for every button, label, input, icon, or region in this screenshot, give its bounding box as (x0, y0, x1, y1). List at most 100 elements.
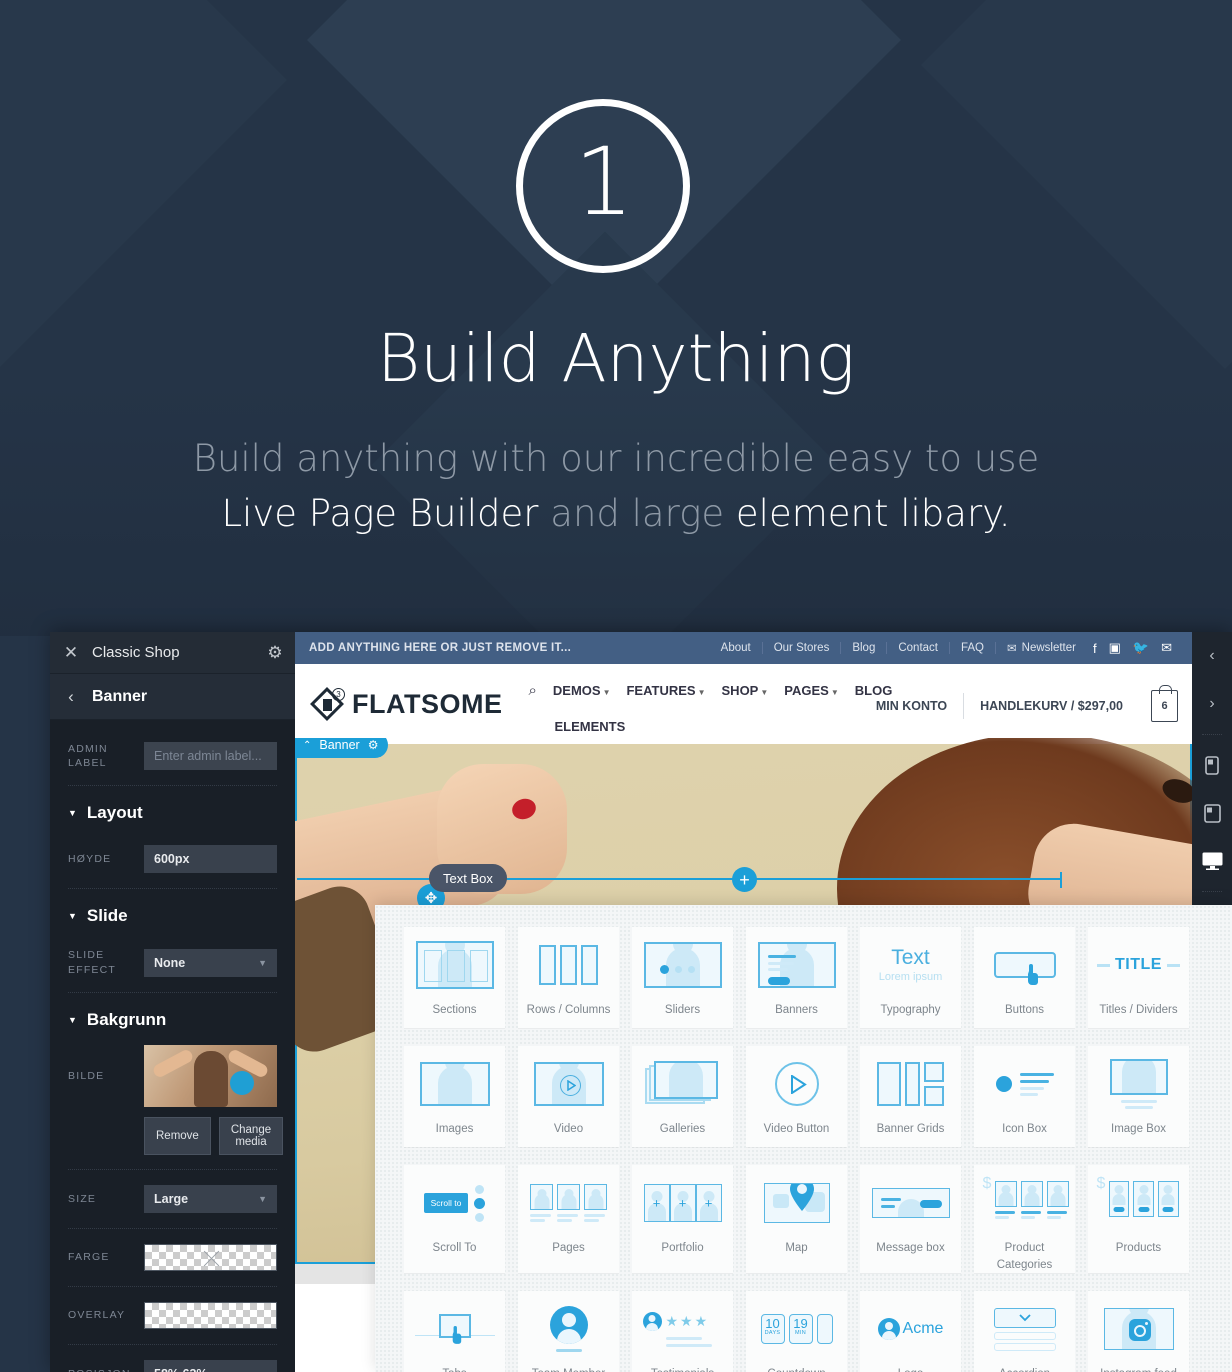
height-row: HØYDE 600px (50, 834, 295, 884)
divider (68, 888, 277, 890)
height-input[interactable]: 600px (144, 845, 277, 874)
library-element-card[interactable]: $ Product Categories (974, 1165, 1075, 1274)
topbar-link-about[interactable]: About (710, 642, 763, 654)
chevron-down-icon: ▼ (697, 688, 706, 697)
library-element-card[interactable]: Pages (518, 1165, 619, 1274)
section-header-layout[interactable]: ▼ Layout (50, 790, 295, 834)
library-element-label: Image Box (1111, 1123, 1166, 1135)
divider (68, 1285, 277, 1287)
library-element-label: Banners (775, 1004, 818, 1016)
admin-label-input[interactable]: Enter admin label... (144, 742, 277, 771)
gear-icon[interactable]: ⚙ (255, 643, 295, 663)
library-element-card[interactable]: Scroll to Scroll To (404, 1165, 505, 1274)
library-element-card[interactable]: Image Box (1088, 1046, 1189, 1147)
topbar-promo-text: ADD ANYTHING HERE OR JUST REMOVE IT... (309, 642, 572, 654)
library-element-card[interactable]: Images (404, 1046, 505, 1147)
library-element-card[interactable]: Banner Grids (860, 1046, 961, 1147)
slide-effect-select[interactable]: None ▼ (144, 948, 277, 977)
thumb-arm-left (151, 1047, 195, 1079)
messagebox-icon (869, 1176, 953, 1230)
library-element-card[interactable]: Acme Logo (860, 1291, 961, 1372)
overlay-swatch[interactable] (144, 1301, 277, 1329)
library-element-card[interactable]: Video (518, 1046, 619, 1147)
remove-button[interactable]: Remove (144, 1116, 211, 1155)
cart-total-label[interactable]: HANDLEKURV / $297,00 (964, 699, 1139, 713)
twitter-icon[interactable]: 🐦 (1127, 640, 1155, 656)
close-icon[interactable]: ✕ (50, 643, 92, 663)
library-element-card[interactable]: Sliders (632, 927, 733, 1028)
instagram-icon (1097, 1302, 1181, 1356)
section-header-slide[interactable]: ▼ Slide (50, 893, 295, 937)
brand-logo[interactable]: 3 FLATSOME (310, 687, 502, 721)
library-element-card[interactable]: Message box (860, 1165, 961, 1274)
topbar-link-blog[interactable]: Blog (841, 642, 888, 654)
tablet-view-icon[interactable] (1192, 789, 1232, 837)
image-caption: BILDE (68, 1069, 105, 1082)
library-element-label: Icon Box (1002, 1123, 1047, 1135)
nav-item-demos[interactable]: DEMOS ▼ (553, 683, 611, 698)
position-input[interactable]: 58% 63% (144, 1359, 277, 1372)
topbar-link-faq[interactable]: FAQ (950, 642, 997, 654)
textbox-element-tag[interactable]: Text Box (429, 864, 507, 892)
library-element-card[interactable]: Team Member (518, 1291, 619, 1372)
library-element-card[interactable]: ★★★ Testimonials (632, 1291, 733, 1372)
cart-icon[interactable]: 6 (1151, 685, 1178, 722)
background-image-thumbnail[interactable] (144, 1044, 277, 1107)
library-element-card[interactable]: Text Lorem ipsum Typography (860, 927, 961, 1028)
builder-sidebar: ✕ Classic Shop ⚙ ‹ Banner ADMIN LABEL En… (50, 632, 295, 1372)
logo-version-badge: 3 (332, 688, 345, 701)
instagram-icon[interactable]: ▣ (1103, 640, 1127, 656)
section-header-background[interactable]: ▼ Bakgrunn (50, 997, 295, 1041)
element-selection-edge (1060, 872, 1062, 888)
mobile-view-icon[interactable] (1192, 741, 1232, 789)
prev-arrow-icon[interactable]: ‹ (1192, 632, 1232, 680)
library-element-card[interactable]: $ Products (1088, 1165, 1189, 1274)
library-element-card[interactable]: Accordion (974, 1291, 1075, 1372)
library-element-card[interactable]: Tabs (404, 1291, 505, 1372)
library-element-card[interactable]: TITLE Titles / Dividers (1088, 927, 1189, 1028)
library-element-label: Testimonials (635, 1366, 731, 1372)
chevron-up-icon[interactable]: ⌃ (303, 740, 311, 751)
library-element-card[interactable]: Video Button (746, 1046, 847, 1147)
email-icon[interactable]: ✉ (1155, 640, 1178, 656)
banner-element-tag[interactable]: ⌃ Banner ⚙ (295, 738, 389, 758)
nav-item-features[interactable]: FEATURES ▼ (626, 683, 705, 698)
library-element-card[interactable]: Sections (404, 927, 505, 1028)
focus-point-handle[interactable] (230, 1070, 254, 1095)
gear-icon[interactable]: ⚙ (368, 738, 379, 752)
nav-item-shop[interactable]: SHOP ▼ (722, 683, 769, 698)
preview-topbar: ADD ANYTHING HERE OR JUST REMOVE IT... A… (295, 632, 1192, 664)
step-number-badge: 1 (516, 99, 690, 273)
admin-label-row: ADMIN LABEL Enter admin label... (50, 720, 295, 781)
next-arrow-icon[interactable]: › (1192, 680, 1232, 728)
search-icon[interactable]: ⌕ (528, 682, 536, 699)
sidebar-breadcrumb[interactable]: ‹ Banner (50, 674, 295, 720)
nav-item-pages[interactable]: PAGES ▼ (784, 683, 838, 698)
library-element-card[interactable]: Icon Box (974, 1046, 1075, 1147)
element-library-panel: Sections Rows / Columns Sliders Banners … (375, 905, 1232, 1372)
color-swatch[interactable] (144, 1243, 277, 1271)
facebook-icon[interactable]: f (1087, 641, 1103, 656)
desktop-view-icon[interactable] (1192, 837, 1232, 885)
nav-item-elements[interactable]: ELEMENTS (554, 719, 892, 734)
library-element-card[interactable]: Instagram feed (1088, 1291, 1189, 1372)
topbar-link-newsletter[interactable]: ✉ Newsletter (996, 641, 1087, 655)
back-chevron-icon[interactable]: ‹ (50, 687, 92, 707)
library-element-card[interactable]: Map (746, 1165, 847, 1274)
topbar-link-our-stores[interactable]: Our Stores (763, 642, 842, 654)
library-element-card[interactable]: Buttons (974, 927, 1075, 1028)
add-element-icon[interactable]: + (732, 867, 757, 892)
my-account-link[interactable]: MIN KONTO (860, 699, 963, 713)
library-element-card[interactable]: 10 DAYS 19 MIN Countdown (746, 1291, 847, 1372)
library-element-card[interactable]: + + + Portfolio (632, 1165, 733, 1274)
divider (68, 1227, 277, 1229)
library-element-card[interactable]: Banners (746, 927, 847, 1028)
videobutton-icon (755, 1057, 839, 1111)
size-select[interactable]: Large ▼ (144, 1184, 277, 1213)
library-element-card[interactable]: Rows / Columns (518, 927, 619, 1028)
sidebar-header: ✕ Classic Shop ⚙ (50, 632, 295, 674)
change-media-button[interactable]: Change media (218, 1116, 284, 1155)
team-icon (527, 1302, 611, 1356)
topbar-link-contact[interactable]: Contact (887, 642, 950, 654)
library-element-card[interactable]: Galleries (632, 1046, 733, 1147)
